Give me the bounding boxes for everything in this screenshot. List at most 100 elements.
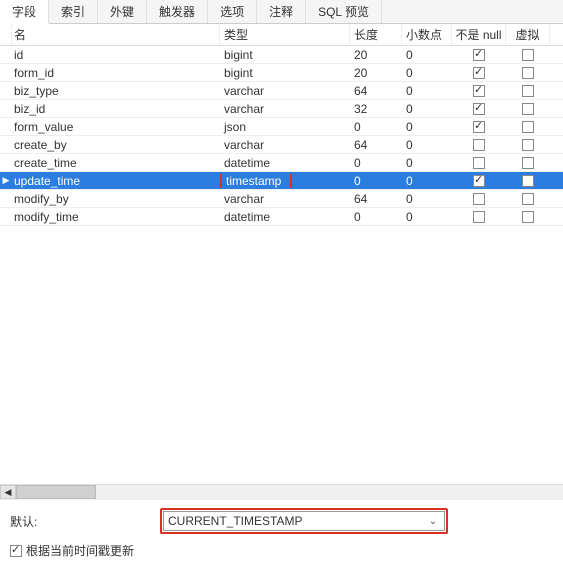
cell-virtual[interactable] [506,210,550,224]
cell-notnull[interactable] [452,102,506,116]
cell-length[interactable]: 0 [350,156,402,170]
table-row[interactable]: ▶update_timetimestamp00 [0,172,563,190]
notnull-checkbox[interactable] [473,193,485,205]
notnull-checkbox[interactable] [473,67,485,79]
cell-notnull[interactable] [452,120,506,134]
table-row[interactable]: form_valuejson00 [0,118,563,136]
cell-decimal[interactable]: 0 [402,102,452,116]
virtual-checkbox[interactable] [522,67,534,79]
cell-length[interactable]: 64 [350,84,402,98]
virtual-checkbox[interactable] [522,211,534,223]
col-header-type[interactable]: 类型 [220,24,350,45]
cell-type[interactable]: varchar [220,192,350,206]
cell-decimal[interactable]: 0 [402,66,452,80]
col-header-virtual[interactable]: 虚拟 [506,24,550,45]
cell-decimal[interactable]: 0 [402,192,452,206]
tab-3[interactable]: 触发器 [147,0,208,23]
scroll-left-button[interactable]: ◀ [0,485,16,499]
cell-length[interactable]: 0 [350,210,402,224]
cell-name[interactable]: biz_id [12,102,220,116]
virtual-checkbox[interactable] [522,193,534,205]
cell-type[interactable]: varchar [220,84,350,98]
cell-name[interactable]: id [12,48,220,62]
notnull-checkbox[interactable] [473,211,485,223]
cell-virtual[interactable] [506,120,550,134]
cell-virtual[interactable] [506,174,550,188]
tab-2[interactable]: 外键 [98,0,147,23]
cell-notnull[interactable] [452,156,506,170]
cell-name[interactable]: modify_by [12,192,220,206]
onupdate-checkbox[interactable] [10,545,22,557]
cell-decimal[interactable]: 0 [402,210,452,224]
cell-decimal[interactable]: 0 [402,138,452,152]
tab-6[interactable]: SQL 预览 [306,0,382,23]
cell-decimal[interactable]: 0 [402,174,452,188]
cell-length[interactable]: 64 [350,138,402,152]
table-row[interactable]: form_idbigint200 [0,64,563,82]
notnull-checkbox[interactable] [473,157,485,169]
cell-notnull[interactable] [452,174,506,188]
scroll-thumb[interactable] [16,485,96,499]
virtual-checkbox[interactable] [522,121,534,133]
virtual-checkbox[interactable] [522,175,534,187]
table-row[interactable]: create_byvarchar640 [0,136,563,154]
cell-decimal[interactable]: 0 [402,156,452,170]
cell-virtual[interactable] [506,84,550,98]
virtual-checkbox[interactable] [522,139,534,151]
cell-length[interactable]: 64 [350,192,402,206]
tab-5[interactable]: 注释 [257,0,306,23]
col-header-decimal[interactable]: 小数点 [402,24,452,45]
cell-name[interactable]: create_time [12,156,220,170]
cell-decimal[interactable]: 0 [402,120,452,134]
cell-type[interactable]: datetime [220,210,350,224]
tab-0[interactable]: 字段 [0,0,49,24]
cell-length[interactable]: 0 [350,174,402,188]
cell-virtual[interactable] [506,138,550,152]
col-header-length[interactable]: 长度 [350,24,402,45]
cell-type[interactable]: json [220,120,350,134]
col-header-name[interactable]: 名 [12,24,220,45]
cell-length[interactable]: 32 [350,102,402,116]
cell-virtual[interactable] [506,48,550,62]
virtual-checkbox[interactable] [522,157,534,169]
cell-virtual[interactable] [506,66,550,80]
notnull-checkbox[interactable] [473,103,485,115]
default-value-select[interactable]: CURRENT_TIMESTAMP ⌄ [163,511,445,531]
table-row[interactable]: biz_idvarchar320 [0,100,563,118]
cell-type[interactable]: bigint [220,66,350,80]
horizontal-scrollbar[interactable]: ◀ [0,484,563,500]
cell-notnull[interactable] [452,84,506,98]
cell-type[interactable]: timestamp [220,174,350,188]
tab-4[interactable]: 选项 [208,0,257,23]
cell-name[interactable]: form_id [12,66,220,80]
notnull-checkbox[interactable] [473,121,485,133]
cell-name[interactable]: create_by [12,138,220,152]
notnull-checkbox[interactable] [473,49,485,61]
cell-length[interactable]: 0 [350,120,402,134]
cell-virtual[interactable] [506,102,550,116]
cell-type[interactable]: datetime [220,156,350,170]
table-row[interactable]: biz_typevarchar640 [0,82,563,100]
cell-virtual[interactable] [506,192,550,206]
cell-notnull[interactable] [452,192,506,206]
cell-type[interactable]: varchar [220,138,350,152]
cell-virtual[interactable] [506,156,550,170]
notnull-checkbox[interactable] [473,139,485,151]
cell-name[interactable]: update_time [12,174,220,188]
notnull-checkbox[interactable] [473,175,485,187]
cell-length[interactable]: 20 [350,48,402,62]
table-row[interactable]: create_timedatetime00 [0,154,563,172]
cell-name[interactable]: modify_time [12,210,220,224]
cell-notnull[interactable] [452,138,506,152]
cell-decimal[interactable]: 0 [402,84,452,98]
cell-type[interactable]: bigint [220,48,350,62]
cell-length[interactable]: 20 [350,66,402,80]
table-row[interactable]: modify_byvarchar640 [0,190,563,208]
cell-name[interactable]: form_value [12,120,220,134]
tab-1[interactable]: 索引 [49,0,98,23]
virtual-checkbox[interactable] [522,49,534,61]
cell-type[interactable]: varchar [220,102,350,116]
col-header-notnull[interactable]: 不是 null [452,24,506,45]
cell-notnull[interactable] [452,48,506,62]
cell-name[interactable]: biz_type [12,84,220,98]
